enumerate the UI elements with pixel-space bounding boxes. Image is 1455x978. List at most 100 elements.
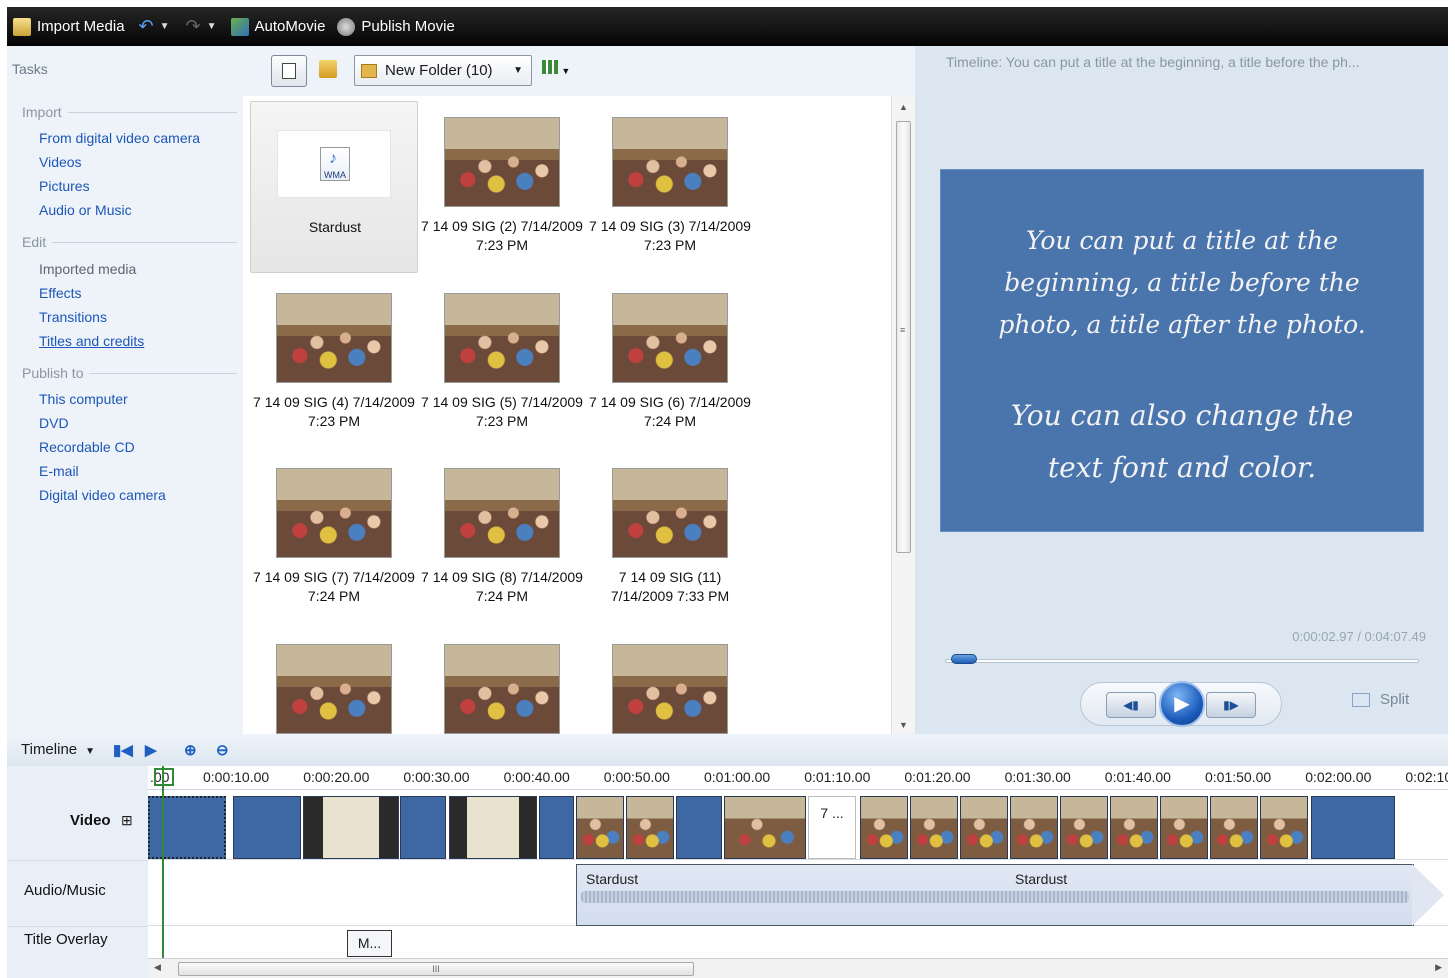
task-import-pictures[interactable]: Pictures [39,178,90,194]
title-overlay-clip[interactable]: M... [347,930,392,957]
video-clip-photo[interactable] [910,796,958,859]
task-from-digital-video-camera[interactable]: From digital video camera [39,130,200,146]
task-publish-email[interactable]: E-mail [39,463,79,479]
play-button[interactable]: ▶ [1159,681,1205,727]
track-divider [7,860,148,861]
task-effects[interactable]: Effects [39,285,82,301]
media-item-photo[interactable]: 7 14 09 SIG (5) 7/14/2009 7:23 PM [418,277,586,449]
expand-video-track-icon[interactable]: ⊞ [121,812,133,829]
undo-button[interactable]: ↶ ▼ [131,7,178,46]
import-media-button[interactable]: Import Media [7,7,131,46]
media-item-photo[interactable]: 7 14 09 SIG (7) 7/14/2009 7:24 PM [250,452,418,624]
publish-movie-button[interactable]: Publish Movie [331,7,460,46]
media-caption: Stardust [308,219,362,235]
video-clip-photo[interactable] [860,796,908,859]
task-publish-dvd[interactable]: DVD [39,415,69,431]
task-imported-media[interactable]: Imported media [39,261,136,277]
media-item-photo[interactable] [586,628,754,734]
video-clip-photo[interactable] [1110,796,1158,859]
video-clip-photo[interactable] [1010,796,1058,859]
audio-track[interactable]: Stardust Stardust [148,860,1448,926]
video-clip-title[interactable] [1311,796,1395,859]
photo-thumbnail [276,644,392,734]
media-item-photo[interactable] [250,628,418,734]
scroll-down-icon[interactable]: ▼ [899,720,908,730]
zoom-out-icon[interactable]: ⊖ [216,741,229,759]
audio-clip-label: Stardust [586,871,639,887]
video-track-label: Video [70,812,111,829]
task-transitions[interactable]: Transitions [39,309,107,325]
scrollbar-thumb[interactable]: ≡ [896,121,911,553]
photo-thumbnail [612,644,728,734]
video-clip-photo[interactable] [724,796,806,859]
redo-button[interactable]: ↷ ▼ [178,7,225,46]
video-clip-photo[interactable] [576,796,624,859]
scroll-left-icon[interactable]: ◀ [154,962,161,973]
media-item-photo[interactable]: 7 14 09 SIG (3) 7/14/2009 7:23 PM [586,101,754,273]
task-publish-recordable-cd[interactable]: Recordable CD [39,439,135,455]
tasks-pane-toggle-button[interactable] [271,55,307,87]
video-clip-video[interactable] [449,796,537,859]
video-clip-photo[interactable] [626,796,674,859]
media-item-photo[interactable]: 7 14 09 SIG (11) 7/14/2009 7:33 PM [586,452,754,624]
seek-bar[interactable] [945,659,1419,663]
redo-dropdown-icon[interactable]: ▼ [207,21,217,32]
video-clip-video[interactable] [303,796,399,859]
video-clip-photo[interactable] [960,796,1008,859]
main-toolbar: Import Media ↶ ▼ ↷ ▼ AutoMovie Publish M… [7,7,1448,46]
play-timeline-icon[interactable]: ▶ [145,741,157,759]
playhead-marker[interactable] [154,768,174,786]
task-titles-and-credits[interactable]: Titles and credits [39,333,144,349]
task-publish-this-computer[interactable]: This computer [39,391,128,407]
video-clip-photo[interactable] [1060,796,1108,859]
folder-up-icon[interactable] [319,60,337,78]
folder-select[interactable]: New Folder (10) ▼ [354,55,532,86]
timeline-view-dropdown[interactable]: Timeline ▼ [21,741,95,758]
video-clip-photo[interactable] [1210,796,1258,859]
seek-slider-handle[interactable] [950,654,977,664]
timeline-scrollbar-thumb[interactable]: III [178,962,694,976]
playhead[interactable] [162,766,164,966]
video-track[interactable]: 7 ... [148,790,1448,860]
ruler-tick-label: 0:00:10.00 [203,769,270,785]
redo-icon: ↷ [185,16,201,36]
task-import-audio-music[interactable]: Audio or Music [39,202,132,218]
rewind-icon[interactable]: ▮◀ [113,741,133,759]
task-import-videos[interactable]: Videos [39,154,82,170]
media-item-photo[interactable]: 7 14 09 SIG (4) 7/14/2009 7:23 PM [250,277,418,449]
scroll-right-icon[interactable]: ▶ [1435,962,1442,973]
media-item-photo[interactable]: 7 14 09 SIG (6) 7/14/2009 7:24 PM [586,277,754,449]
view-options-button[interactable]: ▼ [542,60,570,77]
next-frame-button[interactable]: ▮▶ [1206,692,1256,718]
grip-icon: ≡ [900,325,906,335]
media-item-audio[interactable]: ♪ WMA Stardust [250,101,418,273]
video-clip-selected[interactable]: 7 ... [808,796,856,859]
zoom-in-icon[interactable]: ⊕ [184,741,197,759]
video-clip-title[interactable] [400,796,446,859]
video-clip-title[interactable] [233,796,301,859]
undo-dropdown-icon[interactable]: ▼ [160,21,170,32]
import-media-label: Import Media [37,18,125,35]
media-caption: 7 14 09 SIG (3) 7/14/2009 7:23 PM [589,218,751,253]
media-item-photo[interactable]: 7 14 09 SIG (8) 7/14/2009 7:24 PM [418,452,586,624]
scroll-up-icon[interactable]: ▲ [899,102,908,112]
video-clip-title[interactable] [539,796,574,859]
media-item-photo[interactable] [418,628,586,734]
video-clip-photo[interactable] [1160,796,1208,859]
video-clip-photo[interactable] [1260,796,1308,859]
automovie-button[interactable]: AutoMovie [225,7,332,46]
media-item-photo[interactable]: 7 14 09 SIG (2) 7/14/2009 7:23 PM [418,101,586,273]
time-ruler[interactable]: .00 0:00:10.00 0:00:20.00 0:00:30.00 0:00:40… [148,766,1448,790]
previous-frame-button[interactable]: ◀▮ [1106,692,1156,718]
media-caption: 7 14 09 SIG (4) 7/14/2009 7:23 PM [253,394,415,429]
title-overlay-track[interactable]: M... [148,926,1448,958]
task-publish-digital-video-camera[interactable]: Digital video camera [39,487,166,503]
browser-scrollbar[interactable]: ▲ ≡ ▼ [891,96,915,734]
video-clip-title[interactable] [676,796,722,859]
timeline-scrollbar[interactable]: ◀ III ▶ [148,958,1448,978]
audio-clip-stardust[interactable]: Stardust Stardust [576,864,1414,926]
split-button[interactable]: Split [1352,691,1409,708]
media-browser: New Folder (10) ▼ ▼ ♪ WMA Stardust 7 14 … [243,46,915,734]
track-divider [7,926,148,927]
video-clip-title[interactable] [148,796,226,859]
